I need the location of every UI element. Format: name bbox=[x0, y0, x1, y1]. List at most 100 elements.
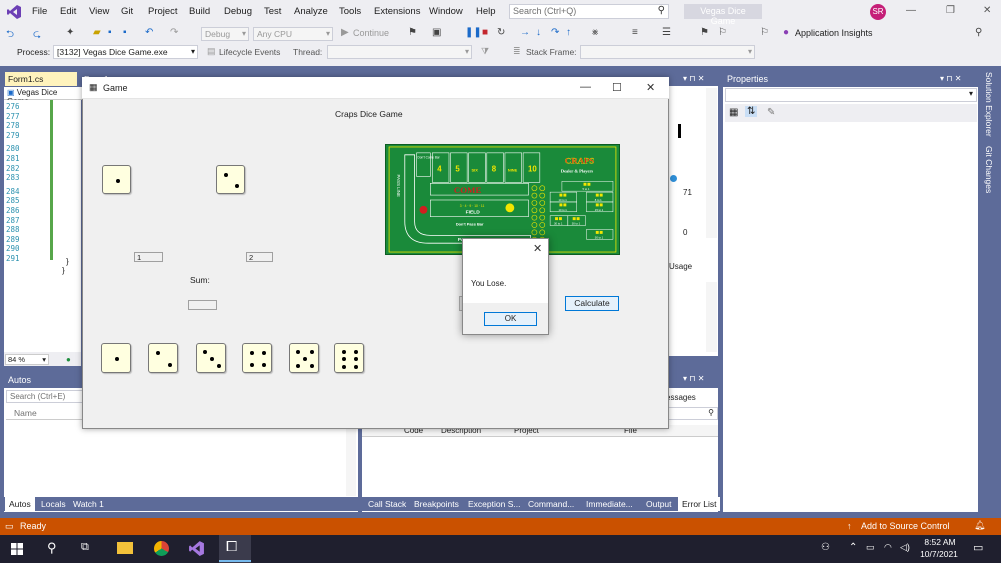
continue-icon[interactable]: ▶ bbox=[341, 27, 349, 38]
undo-icon[interactable]: ↶ bbox=[145, 27, 153, 38]
panel-pin-icons[interactable]: ▾ ⊓ ✕ bbox=[683, 374, 704, 383]
menu-item-git[interactable]: Git bbox=[121, 6, 133, 17]
clock-time[interactable]: 8:52 AM bbox=[922, 537, 958, 547]
list-icon[interactable]: ☰ bbox=[662, 27, 671, 38]
menu-item-extensions[interactable]: Extensions bbox=[374, 6, 420, 17]
task-view-icon[interactable]: ⧉ bbox=[81, 541, 89, 554]
diagnostics-scrollbar[interactable] bbox=[706, 88, 717, 238]
configuration-select[interactable]: Debug ▾ bbox=[201, 27, 249, 41]
diagnostics-icon[interactable]: ⨳ bbox=[592, 27, 598, 38]
panel-pin-icons[interactable]: ▾ ⊓ ✕ bbox=[940, 74, 961, 83]
tab-call-stack[interactable]: Call Stack bbox=[364, 497, 410, 511]
panel-pin-icons[interactable]: ▾ ⊓ ✕ bbox=[683, 74, 704, 83]
notifications-icon[interactable]: 🔔︎ bbox=[974, 520, 985, 531]
platform-select[interactable]: Any CPU ▾ bbox=[253, 27, 333, 41]
tab-immediate-[interactable]: Immediate... bbox=[582, 497, 637, 511]
hot-reload-icon[interactable]: ⚑ bbox=[408, 27, 417, 38]
menu-item-debug[interactable]: Debug bbox=[224, 6, 252, 17]
menu-item-test[interactable]: Test bbox=[264, 6, 281, 17]
filter-icon[interactable]: ⧩ bbox=[481, 46, 489, 57]
menu-item-edit[interactable]: Edit bbox=[60, 6, 76, 17]
process-select[interactable]: [3132] Vegas Dice Game.exe ▾ bbox=[53, 45, 198, 59]
categorized-icon[interactable]: ▦ bbox=[729, 107, 738, 118]
tab-output[interactable]: Output bbox=[642, 497, 676, 511]
people-icon[interactable]: ⚇ bbox=[821, 542, 830, 553]
minimize-icon[interactable]: — bbox=[906, 5, 916, 16]
tab-error-list[interactable]: Error List bbox=[678, 497, 721, 511]
clock-date[interactable]: 10/7/2021 bbox=[918, 549, 960, 559]
visual-studio-taskbar-icon[interactable] bbox=[188, 540, 205, 557]
file-navigation-combo[interactable]: ▣ Vegas Dice Game bbox=[4, 87, 82, 106]
ok-button[interactable]: OK bbox=[484, 312, 537, 326]
restart-icon[interactable]: ↻ bbox=[497, 27, 505, 38]
save-all-icon[interactable]: ▪ bbox=[123, 27, 127, 38]
wifi-icon[interactable]: ◠ bbox=[884, 542, 892, 553]
battery-icon[interactable]: ▭ bbox=[866, 542, 875, 553]
action-center-icon[interactable]: ▭ bbox=[973, 541, 983, 554]
format-icon[interactable]: ≡ bbox=[632, 27, 638, 38]
tab-command-[interactable]: Command... bbox=[524, 497, 578, 511]
events-scrollbar[interactable] bbox=[706, 282, 717, 352]
close-icon[interactable]: ✕ bbox=[983, 5, 991, 16]
tab-watch-1[interactable]: Watch 1 bbox=[69, 497, 108, 511]
file-explorer-icon[interactable] bbox=[117, 542, 133, 554]
avatar[interactable]: SR bbox=[870, 4, 886, 20]
stop-icon[interactable]: ■ bbox=[482, 27, 488, 38]
chevron-up-icon[interactable]: ⌃ bbox=[849, 542, 857, 553]
solution-explorer-tab[interactable]: Solution Explorer bbox=[984, 72, 994, 137]
thread-select[interactable]: ▾ bbox=[327, 45, 472, 59]
wrench-icon[interactable]: ✎ bbox=[767, 107, 775, 118]
zoom-select[interactable]: 84 % ▾ bbox=[5, 354, 49, 365]
minimize-icon[interactable]: — bbox=[580, 81, 591, 93]
lifecycle-events-button[interactable]: Lifecycle Events bbox=[219, 47, 280, 57]
tab-autos[interactable]: Autos bbox=[5, 497, 35, 511]
bookmark-clear-icon[interactable]: ⚐ bbox=[760, 27, 769, 38]
menu-item-tools[interactable]: Tools bbox=[339, 6, 361, 17]
step-over-icon[interactable]: ↷ bbox=[551, 27, 559, 38]
menu-item-build[interactable]: Build bbox=[189, 6, 210, 17]
search-input[interactable]: Search (Ctrl+Q) ⚲ bbox=[509, 4, 669, 19]
menu-item-window[interactable]: Window bbox=[429, 6, 463, 17]
menu-item-project[interactable]: Project bbox=[148, 6, 178, 17]
calculate-button[interactable]: Calculate bbox=[565, 296, 619, 311]
show-next-statement-icon[interactable]: → bbox=[520, 27, 530, 38]
volume-icon[interactable]: ◁) bbox=[900, 542, 910, 553]
back-icon[interactable]: ⮌ bbox=[6, 27, 14, 44]
open-folder-icon[interactable]: ▰ bbox=[93, 27, 101, 38]
save-icon[interactable]: ▪ bbox=[108, 27, 112, 38]
step-into-icon[interactable]: ↓ bbox=[536, 27, 541, 38]
object-select[interactable]: ▾ bbox=[725, 88, 977, 102]
menu-item-analyze[interactable]: Analyze bbox=[294, 6, 328, 17]
bookmark-icon[interactable]: ⚑ bbox=[700, 27, 709, 38]
forward-icon[interactable]: ⮎ bbox=[33, 27, 41, 44]
application-insights-button[interactable]: Application Insights bbox=[795, 28, 873, 38]
windows-start-icon[interactable] bbox=[11, 543, 23, 555]
redo-icon[interactable]: ↷ bbox=[170, 27, 178, 38]
close-icon[interactable]: ✕ bbox=[646, 81, 655, 94]
menu-item-file[interactable]: File bbox=[32, 6, 47, 17]
bookmark-prev-icon[interactable]: ⚐ bbox=[718, 27, 727, 38]
step-out-icon[interactable]: ↑ bbox=[566, 27, 571, 38]
error-search-input[interactable]: ⚲ bbox=[668, 407, 718, 420]
screenshot-icon[interactable]: ▣ bbox=[432, 27, 441, 38]
menu-item-view[interactable]: View bbox=[89, 6, 109, 17]
tab-exception-s-[interactable]: Exception S... bbox=[464, 497, 524, 511]
search-icon[interactable]: ⚲ bbox=[47, 540, 57, 556]
maximize-icon[interactable]: ❐ bbox=[946, 5, 955, 16]
autos-scrollbar[interactable] bbox=[346, 420, 356, 496]
die2-value-field[interactable]: 2 bbox=[246, 252, 273, 262]
die1-value-field[interactable]: 1 bbox=[134, 252, 163, 262]
pause-icon[interactable]: ❚❚ bbox=[465, 27, 482, 38]
chrome-icon[interactable] bbox=[154, 541, 169, 556]
tab-locals[interactable]: Locals bbox=[37, 497, 70, 511]
close-icon[interactable]: ✕ bbox=[533, 242, 542, 255]
tab-form1-cs[interactable]: Form1.cs bbox=[5, 72, 77, 86]
tab-breakpoints[interactable]: Breakpoints bbox=[410, 497, 463, 511]
sum-field[interactable] bbox=[188, 300, 217, 310]
continue-button[interactable]: Continue bbox=[353, 28, 389, 38]
stack-frame-select[interactable]: ▾ bbox=[580, 45, 755, 59]
menu-item-help[interactable]: Help bbox=[476, 6, 496, 17]
git-changes-tab[interactable]: Git Changes bbox=[984, 146, 994, 193]
live-share-icon[interactable]: ⚲ bbox=[975, 27, 982, 38]
messages-filter[interactable]: essages bbox=[666, 393, 696, 402]
